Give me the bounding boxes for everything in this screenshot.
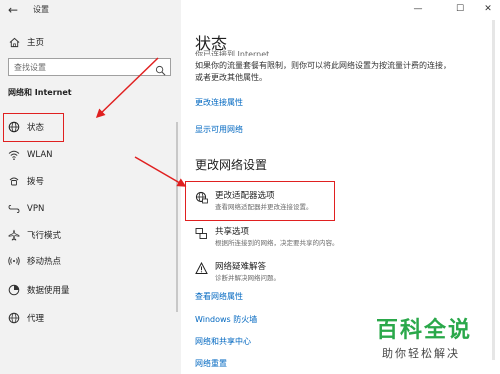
watermark: 百科全说 助你轻松解决 bbox=[372, 312, 490, 370]
arrow-to-adapter bbox=[134, 156, 187, 187]
watermark-sub-text: 助你轻松解决 bbox=[382, 347, 460, 360]
watermark-main-text: 百科全说 bbox=[376, 318, 473, 343]
arrow-to-status bbox=[95, 57, 159, 119]
